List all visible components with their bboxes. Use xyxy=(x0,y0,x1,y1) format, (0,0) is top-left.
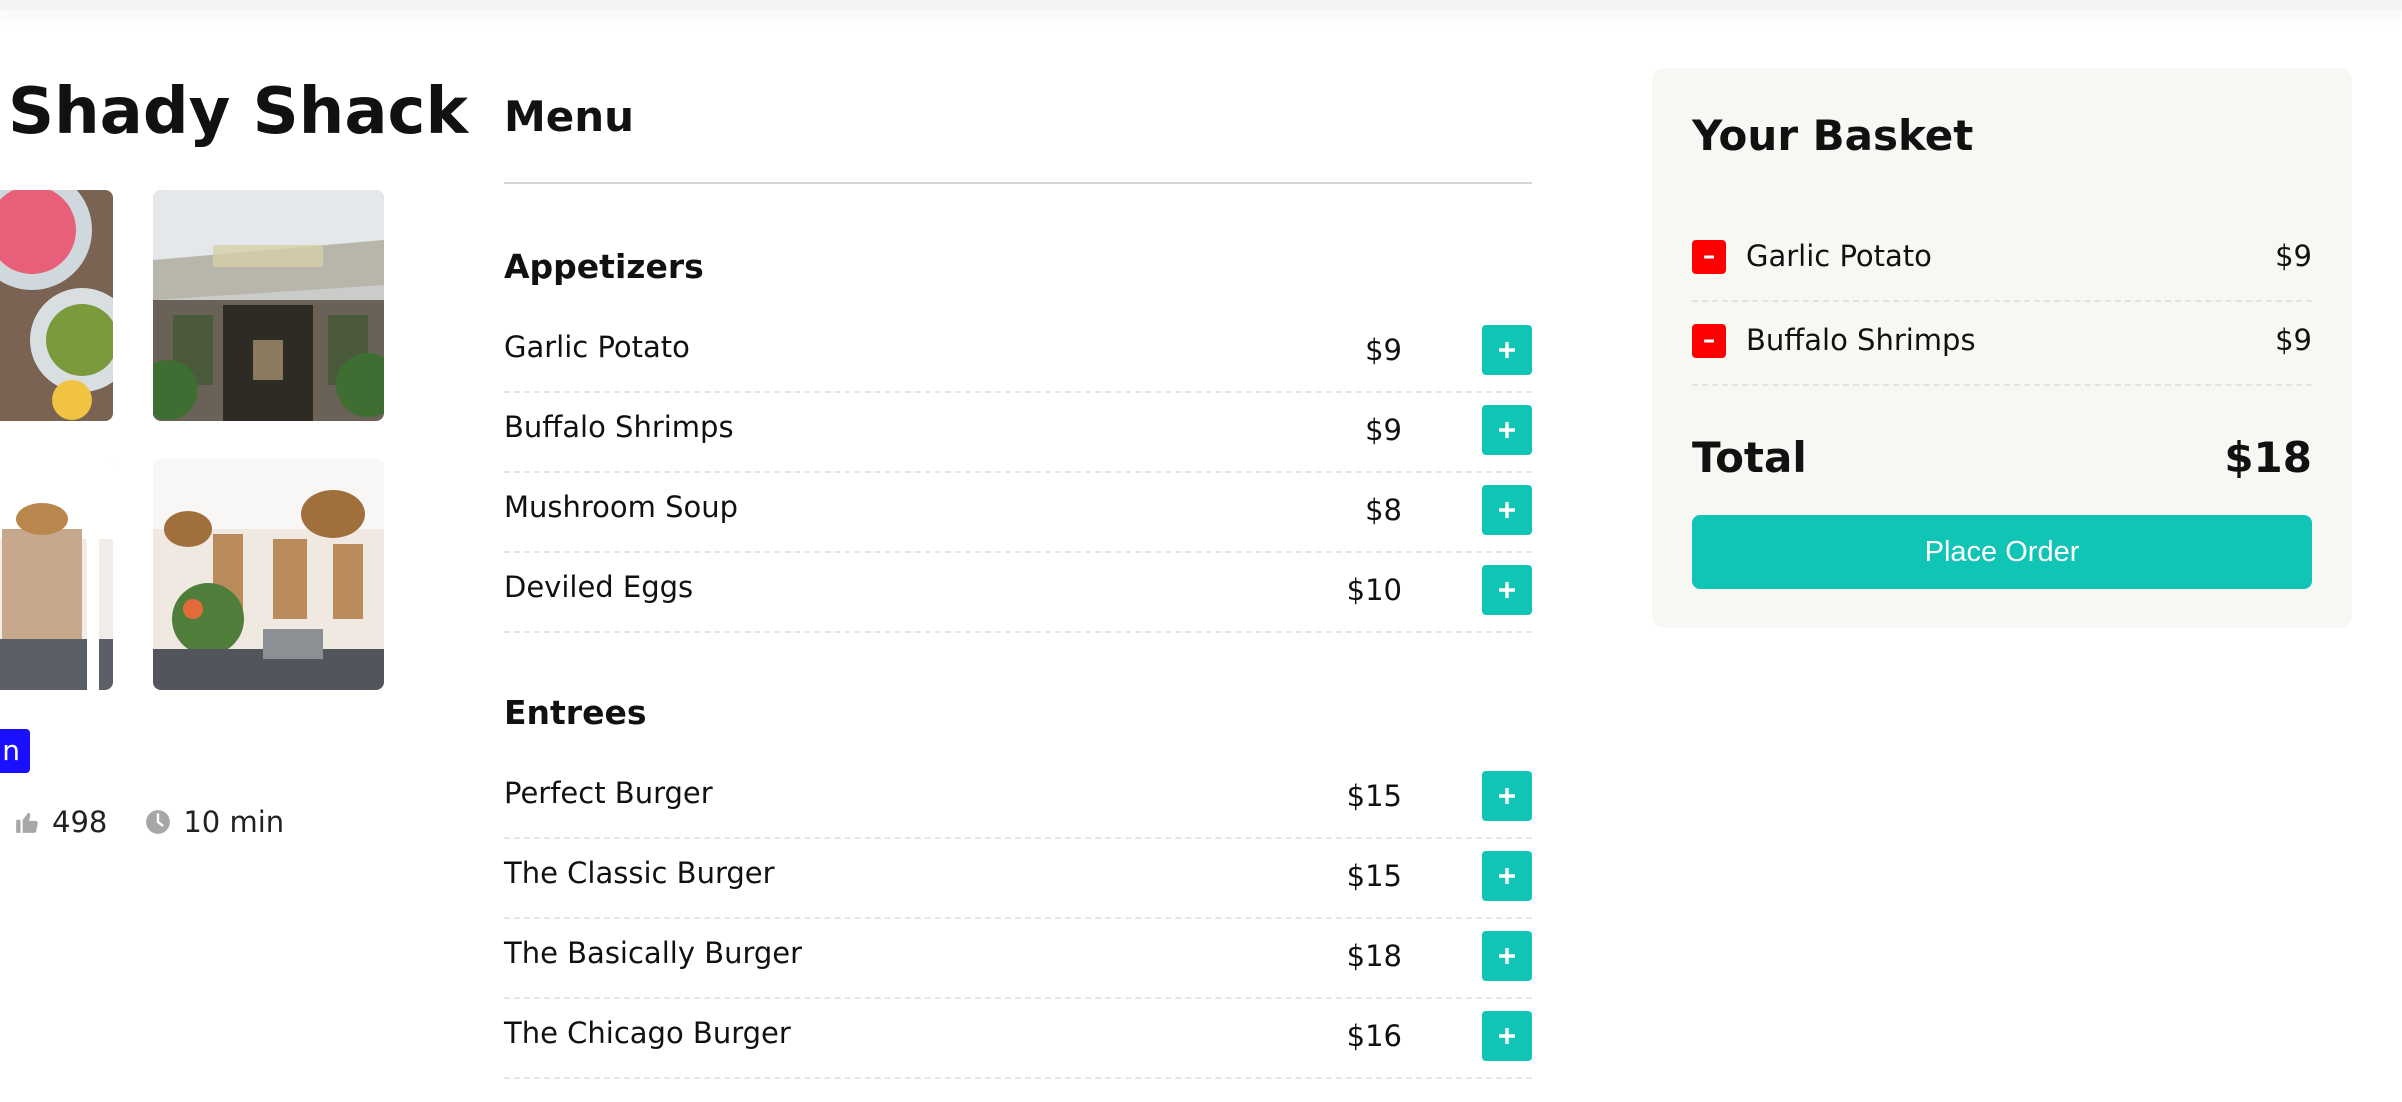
menu-item: Buffalo Shrimps $9 xyxy=(504,393,1532,473)
menu-item: The Basically Burger $18 xyxy=(504,919,1532,999)
delivery-time-stat: 10 min xyxy=(145,805,284,839)
likes-stat: 498 xyxy=(14,805,107,839)
menu-item: The Classic Burger $15 xyxy=(504,839,1532,919)
thumbs-up-icon xyxy=(16,812,38,833)
basket-item: Garlic Potato $9 xyxy=(1692,218,2312,302)
menu-section: Menu Appetizers Garlic Potato $9 Buffalo… xyxy=(504,88,1532,1079)
basket-item-price: $9 xyxy=(2275,323,2312,357)
menu-item: Mushroom Soup $8 xyxy=(504,473,1532,553)
plus-icon xyxy=(1499,582,1515,598)
menu-item-name: Buffalo Shrimps xyxy=(504,410,734,444)
plus-icon xyxy=(1499,502,1515,518)
minus-icon xyxy=(1704,255,1714,259)
menu-item: Perfect Burger $15 xyxy=(504,759,1532,839)
interior-photo-image xyxy=(0,459,113,690)
food-photo-image xyxy=(0,190,113,421)
basket-item-name: Buffalo Shrimps xyxy=(1746,323,1976,357)
remove-from-basket-button[interactable] xyxy=(1692,324,1726,358)
plus-icon xyxy=(1499,868,1515,884)
menu-item-name: The Basically Burger xyxy=(504,936,803,970)
menu-item-name: Garlic Potato xyxy=(504,330,690,364)
clock-icon xyxy=(146,810,171,834)
place-order-button[interactable]: Place Order xyxy=(1692,515,2312,589)
category-title-entrees: Entrees xyxy=(504,693,647,732)
dining-room-photo-image xyxy=(153,459,384,690)
top-bar xyxy=(0,0,2402,10)
add-to-basket-button[interactable] xyxy=(1482,931,1532,981)
menu-item-name: The Chicago Burger xyxy=(504,1016,791,1050)
menu-item: The Chicago Burger $16 xyxy=(504,999,1532,1079)
menu-divider xyxy=(504,182,1532,184)
menu-item-name: The Classic Burger xyxy=(504,856,775,890)
status-badge: n xyxy=(0,729,30,773)
entrees-list: Perfect Burger $15 The Classic Burger $1… xyxy=(504,759,1532,1079)
menu-item-price: $10 xyxy=(1346,573,1402,607)
appetizers-list: Garlic Potato $9 Buffalo Shrimps $9 Mush… xyxy=(504,313,1532,633)
remove-from-basket-button[interactable] xyxy=(1692,240,1726,274)
basket-list: Garlic Potato $9 Buffalo Shrimps $9 xyxy=(1692,218,2312,386)
category-title-appetizers: Appetizers xyxy=(504,247,704,286)
storefront-photo[interactable] xyxy=(153,190,384,421)
menu-item: Deviled Eggs $10 xyxy=(504,553,1532,633)
total-value: $18 xyxy=(2224,433,2312,482)
menu-item-price: $15 xyxy=(1346,779,1402,813)
menu-item-name: Deviled Eggs xyxy=(504,570,694,604)
basket-title: Your Basket xyxy=(1692,111,1974,160)
food-photo[interactable] xyxy=(0,190,113,421)
minus-icon xyxy=(1704,339,1714,343)
interior-photo[interactable] xyxy=(0,459,113,690)
menu-item: Garlic Potato $9 xyxy=(504,313,1532,393)
dining-room-photo[interactable] xyxy=(153,459,384,690)
delivery-time: 10 min xyxy=(183,805,285,839)
basket-item-price: $9 xyxy=(2275,239,2312,273)
basket-item-name: Garlic Potato xyxy=(1746,239,1932,273)
menu-item-price: $9 xyxy=(1365,413,1402,447)
add-to-basket-button[interactable] xyxy=(1482,851,1532,901)
menu-item-price: $15 xyxy=(1346,859,1402,893)
menu-item-price: $16 xyxy=(1346,1019,1402,1053)
add-to-basket-button[interactable] xyxy=(1482,565,1532,615)
add-to-basket-button[interactable] xyxy=(1482,1011,1532,1061)
plus-icon xyxy=(1499,948,1515,964)
menu-item-price: $9 xyxy=(1365,333,1402,367)
menu-item-price: $8 xyxy=(1365,493,1402,527)
menu-item-name: Perfect Burger xyxy=(504,776,713,810)
restaurant-stats: 498 10 min xyxy=(14,802,322,842)
likes-count: 498 xyxy=(52,805,108,839)
plus-icon xyxy=(1499,422,1515,438)
add-to-basket-button[interactable] xyxy=(1482,771,1532,821)
add-to-basket-button[interactable] xyxy=(1482,325,1532,375)
menu-item-price: $18 xyxy=(1346,939,1402,973)
total-label: Total xyxy=(1692,433,1807,482)
add-to-basket-button[interactable] xyxy=(1482,485,1532,535)
menu-item-name: Mushroom Soup xyxy=(504,490,739,524)
basket-item: Buffalo Shrimps $9 xyxy=(1692,302,2312,386)
basket-panel: Your Basket Garlic Potato $9 Buffalo Shr… xyxy=(1652,68,2352,628)
restaurant-name: Shady Shack xyxy=(8,75,468,149)
plus-icon xyxy=(1499,342,1515,358)
plus-icon xyxy=(1499,1028,1515,1044)
plus-icon xyxy=(1499,788,1515,804)
menu-title: Menu xyxy=(504,92,635,141)
add-to-basket-button[interactable] xyxy=(1482,405,1532,455)
basket-total: Total $18 xyxy=(1692,428,2312,488)
storefront-photo-image xyxy=(153,190,384,421)
